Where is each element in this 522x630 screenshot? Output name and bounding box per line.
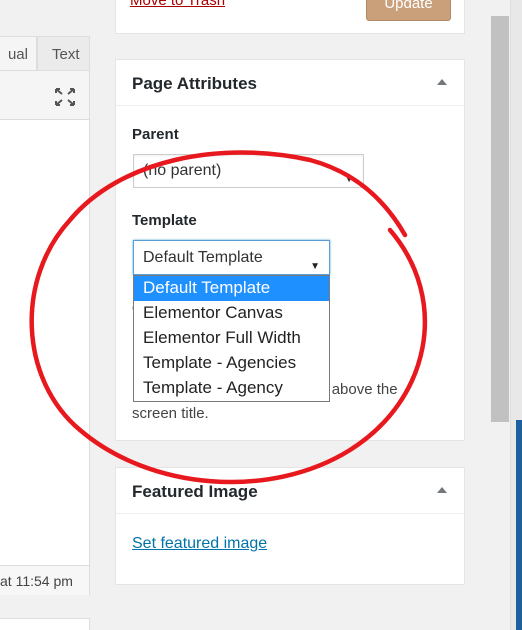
template-select-value: Default Template: [143, 249, 263, 266]
editor-status-bar: at 11:54 pm: [0, 565, 90, 595]
template-option-agencies[interactable]: Template - Agencies: [134, 351, 329, 376]
parent-label: Parent: [132, 126, 179, 143]
collapse-arrow-icon[interactable]: [437, 79, 447, 85]
dropdown-caret-icon: ▼: [344, 174, 354, 185]
template-option-default[interactable]: Default Template: [134, 276, 329, 301]
editor-tabs: ual Text: [0, 36, 90, 70]
help-text-end: o above the: [319, 381, 398, 398]
parent-select[interactable]: (no parent) ▼: [133, 154, 364, 188]
featured-image-header[interactable]: Featured Image: [116, 468, 464, 514]
parent-select-value: (no parent): [143, 162, 222, 179]
tab-text[interactable]: Text: [37, 36, 90, 70]
scrollbar-thumb[interactable]: [491, 16, 509, 422]
tab-visual[interactable]: ual: [0, 36, 37, 70]
template-label: Template: [132, 212, 197, 229]
window-edge-accent: [516, 420, 522, 630]
set-featured-image-link[interactable]: Set featured image: [132, 535, 267, 553]
help-text-line2: screen title.: [132, 405, 209, 422]
featured-image-panel: Featured Image Set featured image: [115, 467, 465, 585]
template-option-elementor-canvas[interactable]: Elementor Canvas: [134, 301, 329, 326]
last-edited-text: at 11:54 pm: [0, 573, 73, 589]
template-option-elementor-full-width[interactable]: Elementor Full Width: [134, 326, 329, 351]
editor-lower-box: [0, 618, 90, 630]
page-attributes-header[interactable]: Page Attributes: [116, 60, 464, 106]
editor-content-area[interactable]: [0, 120, 90, 565]
move-to-trash-link[interactable]: Move to Trash: [130, 0, 225, 9]
publish-box: Move to Trash Update: [115, 0, 465, 34]
page-attributes-title: Page Attributes: [132, 74, 258, 93]
editor-toolbar: [0, 70, 90, 120]
expand-icon[interactable]: [55, 88, 75, 106]
template-dropdown-list: Default Template Elementor Canvas Elemen…: [133, 275, 330, 402]
featured-image-title: Featured Image: [132, 482, 258, 501]
collapse-arrow-icon[interactable]: [437, 487, 447, 493]
template-option-agency[interactable]: Template - Agency: [134, 376, 329, 401]
update-button[interactable]: Update: [366, 0, 451, 21]
template-select[interactable]: Default Template ▼: [133, 240, 330, 275]
